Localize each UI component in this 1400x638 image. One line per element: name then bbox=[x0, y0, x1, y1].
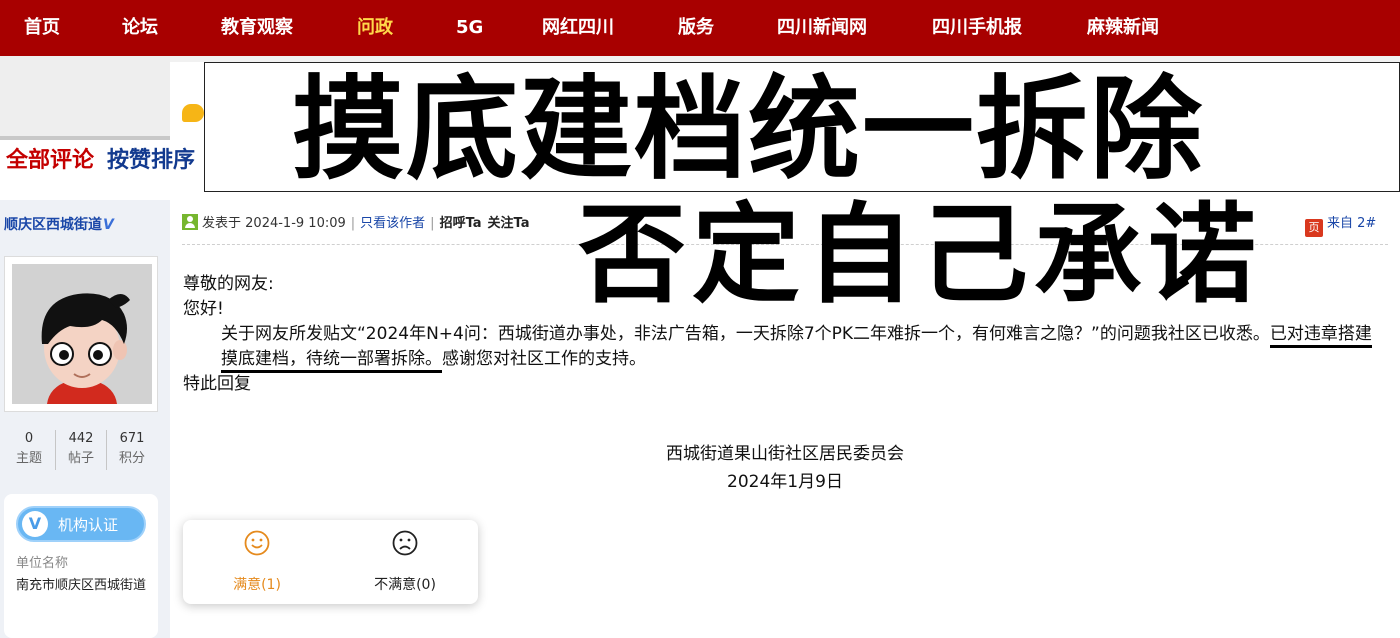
post-paragraph: 关于网友所发贴文“2024年N+4问：西城街道办事处，非法广告箱，一天拆除7个P… bbox=[183, 322, 1383, 373]
avatar-frame[interactable] bbox=[4, 256, 158, 412]
nav-item-banwu[interactable]: 版务 bbox=[678, 16, 714, 40]
nav-item-sichuan-mobile[interactable]: 四川手机报 bbox=[932, 16, 1022, 40]
avatar-cartoon-icon bbox=[12, 264, 152, 404]
nav-item-wanghong-sichuan[interactable]: 网红四川 bbox=[542, 16, 614, 40]
nav-item-wenzheng[interactable]: 问政 bbox=[357, 16, 393, 40]
left-header-band bbox=[0, 56, 170, 136]
unit-name-value: 南充市顺庆区西城街道 bbox=[16, 578, 147, 593]
overlay-title: 摸底建档统一拆除 bbox=[292, 65, 1204, 195]
nav-item-home[interactable]: 首页 bbox=[24, 16, 60, 40]
author-name-link[interactable]: 顺庆区西城街道V bbox=[4, 214, 114, 234]
comment-bubble-icon bbox=[182, 104, 204, 122]
stat-posts-label: 帖子 bbox=[67, 451, 94, 466]
separator: | bbox=[350, 216, 356, 231]
stat-threads[interactable]: 0 主题 bbox=[4, 430, 54, 470]
verified-badge-icon: V bbox=[103, 217, 114, 233]
greet-button[interactable]: 招呼Ta bbox=[440, 216, 482, 231]
floor-info: 页来自 2# bbox=[1305, 214, 1376, 237]
post-paragraph-end: 感谢您对社区工作的支持。 bbox=[442, 349, 646, 369]
unsatisfied-button[interactable]: 不满意(0) bbox=[345, 530, 465, 594]
posted-prefix: 发表于 bbox=[202, 216, 242, 231]
stat-threads-label: 主题 bbox=[15, 451, 42, 466]
follow-button[interactable]: 关注Ta bbox=[488, 216, 530, 231]
author-name[interactable]: 顺庆区西城街道 bbox=[4, 217, 102, 233]
verified-v-icon: V bbox=[22, 511, 48, 537]
signature-date: 2024年1月9日 bbox=[727, 472, 843, 492]
post-paragraph-start: 关于网友所发贴文“2024年N+4问：西城街道办事处，非法广告箱，一天拆除7个P… bbox=[221, 324, 1270, 344]
stat-threads-value: 0 bbox=[24, 431, 34, 446]
overlay-subtitle: 否定自己承诺 bbox=[578, 193, 1263, 318]
floor-number[interactable]: 2# bbox=[1357, 216, 1376, 231]
signature-org: 西城街道果山街社区居民委员会 bbox=[666, 444, 904, 464]
stat-points-label: 积分 bbox=[118, 451, 145, 466]
left-header-divider bbox=[0, 136, 170, 140]
tab-sort-by-likes[interactable]: 按赞排序 bbox=[107, 146, 195, 176]
satisfied-label: 满意(1) bbox=[233, 577, 281, 593]
unsatisfied-label: 不满意(0) bbox=[374, 577, 436, 593]
stat-posts[interactable]: 442 帖子 bbox=[56, 430, 106, 470]
stat-points-value: 671 bbox=[119, 431, 145, 446]
nav-item-5g[interactable]: 5G bbox=[456, 16, 483, 40]
post-closing: 特此回复 bbox=[183, 374, 251, 394]
tab-all-comments[interactable]: 全部评论 bbox=[6, 146, 94, 176]
nav-item-sichuan-news[interactable]: 四川新闻网 bbox=[777, 16, 867, 40]
cert-label: 机构认证 bbox=[58, 516, 119, 534]
reaction-panel: 满意(1) 不满意(0) bbox=[183, 520, 478, 604]
avatar bbox=[12, 264, 152, 404]
frown-face-icon bbox=[392, 530, 418, 556]
stat-points[interactable]: 671 积分 bbox=[107, 430, 157, 470]
user-icon bbox=[182, 214, 198, 230]
nav-item-forum[interactable]: 论坛 bbox=[122, 16, 158, 40]
institution-cert-card: V 机构认证 单位名称 南充市顺庆区西城街道 bbox=[4, 494, 158, 638]
satisfied-button[interactable]: 满意(1) bbox=[197, 530, 317, 594]
institution-cert-button[interactable]: V 机构认证 bbox=[16, 506, 146, 542]
nav-item-mala-news[interactable]: 麻辣新闻 bbox=[1087, 16, 1159, 40]
unit-name-label: 单位名称 bbox=[16, 556, 69, 571]
smile-face-icon bbox=[244, 530, 270, 556]
nav-item-education[interactable]: 教育观察 bbox=[221, 16, 293, 40]
post-meta: 发表于 2024-1-9 10:09 | 只看该作者 | 招呼Ta 关注Ta bbox=[182, 214, 530, 234]
view-author-only-link[interactable]: 只看该作者 bbox=[360, 216, 425, 231]
floor-from-link[interactable]: 来自 bbox=[1327, 216, 1353, 231]
separator: | bbox=[430, 216, 435, 231]
posted-time: 2024-1-9 10:09 bbox=[245, 216, 346, 231]
stat-posts-value: 442 bbox=[68, 431, 94, 446]
floor-icon: 页 bbox=[1305, 219, 1323, 237]
top-nav-bar: 首页 论坛 教育观察 问政 5G 网红四川 版务 四川新闻网 四川手机报 麻辣新… bbox=[0, 0, 1400, 56]
